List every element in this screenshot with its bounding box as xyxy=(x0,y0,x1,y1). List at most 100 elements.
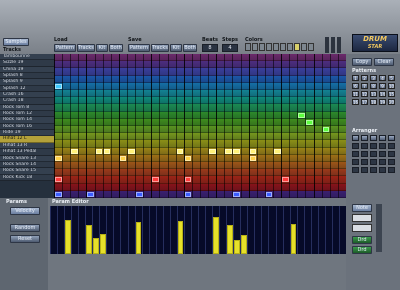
step-note[interactable] xyxy=(184,191,192,197)
step-note[interactable] xyxy=(274,148,281,154)
step-note[interactable] xyxy=(128,148,135,154)
pattern-slot[interactable]: 2 xyxy=(361,75,368,81)
step-note[interactable] xyxy=(249,148,257,154)
color-swatch[interactable] xyxy=(273,43,279,51)
note-mode-button[interactable]: Note xyxy=(352,204,372,212)
pattern-slot[interactable]: 11 xyxy=(352,91,359,97)
color-swatch[interactable] xyxy=(252,43,258,51)
velocity-bar[interactable] xyxy=(177,220,184,254)
pattern-slot[interactable]: 3 xyxy=(370,75,377,81)
step-note[interactable] xyxy=(233,191,241,197)
velocity-bar[interactable] xyxy=(135,221,142,254)
tool-scrollbar[interactable] xyxy=(376,204,382,252)
pattern-slot[interactable]: 1 xyxy=(352,75,359,81)
velocity-bar[interactable] xyxy=(65,219,71,254)
arranger-slot[interactable] xyxy=(352,167,359,173)
pattern-slot[interactable]: 17 xyxy=(361,99,368,105)
step-note[interactable] xyxy=(298,112,305,118)
sequencer-grid[interactable] xyxy=(54,54,346,198)
step-note[interactable] xyxy=(184,177,192,183)
velocity-bar[interactable] xyxy=(241,234,247,254)
pattern-slot[interactable]: 5 xyxy=(388,75,395,81)
arranger-slot[interactable] xyxy=(388,159,395,165)
arranger-slot[interactable] xyxy=(370,143,377,149)
pattern-slot[interactable]: 19 xyxy=(379,99,386,105)
pattern-slot[interactable]: 12 xyxy=(361,91,368,97)
velocity-bar[interactable] xyxy=(227,225,233,254)
velocity-button[interactable]: Velocity xyxy=(10,207,40,215)
arranger-slot[interactable] xyxy=(361,151,368,157)
pattern-slot[interactable]: 18 xyxy=(370,99,377,105)
step-note[interactable] xyxy=(176,148,184,154)
arranger-slot[interactable] xyxy=(361,167,368,173)
pattern-slot[interactable]: 16 xyxy=(352,99,359,105)
arranger-slot[interactable] xyxy=(379,151,386,157)
pattern-slot[interactable]: 14 xyxy=(379,91,386,97)
arranger-slot[interactable] xyxy=(388,167,395,173)
reset-button[interactable]: Reset xyxy=(10,235,40,243)
draw-button[interactable]: Drd xyxy=(352,236,372,244)
arranger-slot[interactable] xyxy=(370,151,377,157)
step-note[interactable] xyxy=(55,177,62,183)
param-editor[interactable] xyxy=(50,206,346,254)
color-swatch[interactable] xyxy=(266,43,272,51)
tab-tracks[interactable]: Tracks xyxy=(3,47,21,53)
draw-button-2[interactable]: Drd xyxy=(352,246,372,254)
arranger-slot[interactable] xyxy=(370,159,377,165)
step-note[interactable] xyxy=(209,148,216,154)
pattern-slot[interactable]: 10 xyxy=(388,83,395,89)
step-note[interactable] xyxy=(55,155,62,161)
save-pattern-button[interactable]: Pattern xyxy=(128,44,150,52)
color-swatch[interactable] xyxy=(259,43,265,51)
track-item[interactable]: Rock Kick 18 xyxy=(0,174,54,181)
color-swatch[interactable] xyxy=(280,43,286,51)
clear-button[interactable]: Clear xyxy=(374,58,394,66)
pattern-slot[interactable]: 6 xyxy=(352,83,359,89)
velocity-bar[interactable] xyxy=(213,217,219,254)
velocity-bar[interactable] xyxy=(290,223,297,254)
step-note[interactable] xyxy=(322,127,330,132)
pattern-slot[interactable]: 7 xyxy=(361,83,368,89)
arranger-slot[interactable] xyxy=(361,143,368,149)
step-note[interactable] xyxy=(87,191,95,197)
color-swatch[interactable] xyxy=(245,43,251,51)
velocity-bar[interactable] xyxy=(100,233,106,254)
beats-input[interactable]: 8 xyxy=(202,44,218,52)
tool-slider-1[interactable] xyxy=(352,214,372,222)
step-note[interactable] xyxy=(306,119,314,125)
color-swatch[interactable] xyxy=(294,43,300,51)
arranger-slot[interactable] xyxy=(361,159,368,165)
step-note[interactable] xyxy=(282,177,289,183)
arranger-slot[interactable] xyxy=(388,151,395,157)
arranger-slot[interactable] xyxy=(370,135,377,141)
arranger-slot[interactable] xyxy=(388,143,395,149)
save-tracks-button[interactable]: Tracks xyxy=(151,44,169,52)
random-button[interactable]: Random xyxy=(10,224,40,232)
step-note[interactable] xyxy=(265,191,273,197)
tab-samples[interactable]: Samples xyxy=(3,38,29,46)
load-pattern-button[interactable]: Pattern xyxy=(54,44,76,52)
pattern-slot[interactable]: 13 xyxy=(370,91,377,97)
arranger-slot[interactable] xyxy=(361,135,368,141)
arranger-slot[interactable] xyxy=(352,143,359,149)
copy-button[interactable]: Copy xyxy=(352,58,372,66)
color-swatch[interactable] xyxy=(301,43,307,51)
color-swatch[interactable] xyxy=(308,43,314,51)
step-note[interactable] xyxy=(55,83,62,89)
step-note[interactable] xyxy=(249,155,257,161)
color-swatch[interactable] xyxy=(287,43,293,51)
load-tracks-button[interactable]: Tracks xyxy=(77,44,95,52)
load-kit-button[interactable]: Kit xyxy=(96,44,108,52)
velocity-bar[interactable] xyxy=(86,225,92,254)
arranger-slot[interactable] xyxy=(352,159,359,165)
pattern-slot[interactable]: 9 xyxy=(379,83,386,89)
save-both-button[interactable]: Both xyxy=(183,44,197,52)
step-note[interactable] xyxy=(95,148,103,154)
pattern-slot[interactable]: 4 xyxy=(379,75,386,81)
step-note[interactable] xyxy=(184,155,192,161)
pattern-slot[interactable]: 15 xyxy=(388,91,395,97)
arranger-slot[interactable] xyxy=(379,159,386,165)
step-note[interactable] xyxy=(119,155,127,161)
arranger-slot[interactable] xyxy=(379,143,386,149)
arranger-slot[interactable] xyxy=(370,167,377,173)
